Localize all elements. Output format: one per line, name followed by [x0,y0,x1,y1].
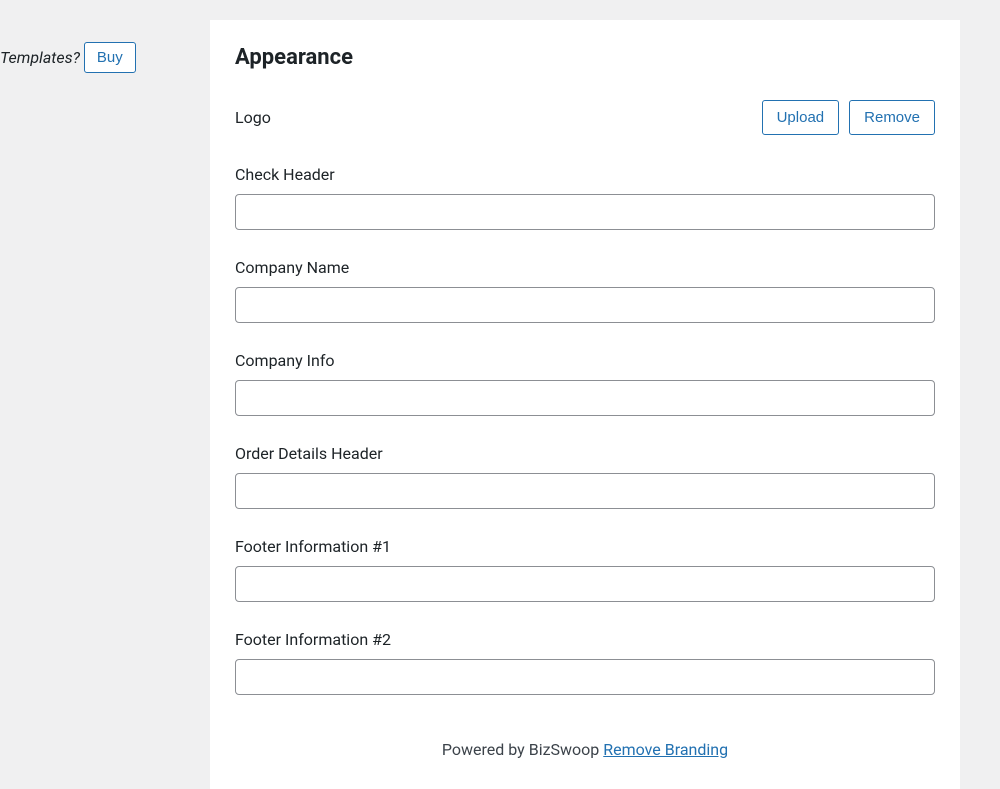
check-header-input[interactable] [235,194,935,230]
company-info-input[interactable] [235,380,935,416]
order-details-header-label: Order Details Header [235,444,935,463]
remove-branding-link[interactable]: Remove Branding [603,740,728,759]
appearance-panel: Appearance Logo Upload Remove Check Head… [210,20,960,789]
upload-button[interactable]: Upload [762,100,840,135]
company-name-field: Company Name [235,258,935,323]
sidebar: Templates? Buy [0,0,170,714]
remove-button[interactable]: Remove [849,100,935,135]
footer-info-2-field: Footer Information #2 [235,630,935,695]
footer-info-1-label: Footer Information #1 [235,537,935,556]
company-info-label: Company Info [235,351,935,370]
footer-info-2-input[interactable] [235,659,935,695]
company-info-field: Company Info [235,351,935,416]
order-details-header-field: Order Details Header [235,444,935,509]
footer-info-2-label: Footer Information #2 [235,630,935,649]
page-title: Appearance [235,45,935,70]
powered-by-text: Powered by BizSwoop [442,740,603,759]
footer-info-1-input[interactable] [235,566,935,602]
logo-buttons: Upload Remove [762,100,935,135]
footer-info-1-field: Footer Information #1 [235,537,935,602]
company-name-input[interactable] [235,287,935,323]
buy-button[interactable]: Buy [84,42,136,73]
templates-prompt: Templates? Buy [0,42,136,73]
order-details-header-input[interactable] [235,473,935,509]
company-name-label: Company Name [235,258,935,277]
check-header-field: Check Header [235,165,935,230]
templates-text: Templates? [0,48,80,67]
logo-row: Logo Upload Remove [235,100,935,135]
footer: Powered by BizSwoop Remove Branding [235,740,935,759]
logo-label: Logo [235,108,271,127]
check-header-label: Check Header [235,165,935,184]
